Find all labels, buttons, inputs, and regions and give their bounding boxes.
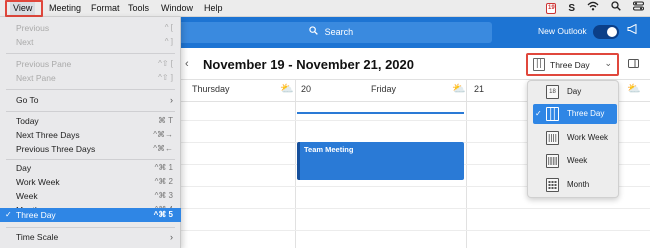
menu-item-week[interactable]: Week ^⌘ 3 xyxy=(0,189,181,203)
event-top-bar xyxy=(297,112,464,114)
view-option-week[interactable]: Week xyxy=(533,151,617,171)
menu-item-next-pane: Next Pane ^⇧ ] xyxy=(16,73,173,83)
day-view-icon: 18 xyxy=(546,85,559,99)
day-label-friday: Friday xyxy=(371,84,397,94)
panel-toggle-icon[interactable] xyxy=(628,59,639,70)
new-outlook-toggle[interactable] xyxy=(593,25,619,39)
menu-item-three-day[interactable]: ✓ Three Day ^⌘ 5 xyxy=(0,208,181,222)
event-title: Team Meeting xyxy=(304,145,354,154)
menu-item-today[interactable]: Today ⌘ T xyxy=(0,114,181,128)
week-view-icon xyxy=(546,154,559,168)
search-box[interactable]: Search xyxy=(170,22,492,43)
status-icons: 19 S xyxy=(546,0,644,17)
menu-tools[interactable]: Tools xyxy=(125,0,152,17)
view-option-day[interactable]: 18 Day xyxy=(533,82,617,102)
checkmark-icon: ✓ xyxy=(5,210,12,219)
menu-window[interactable]: Window xyxy=(158,0,196,17)
view-menu-highlight-box xyxy=(5,0,43,17)
month-view-icon xyxy=(546,178,559,192)
weather-partly-cloudy-icon: ⛅ xyxy=(280,83,294,95)
menu-separator xyxy=(6,159,175,160)
calendar-event[interactable]: Team Meeting xyxy=(297,142,464,180)
search-icon xyxy=(309,26,321,38)
menu-item-previous-three-days[interactable]: Previous Three Days ^⌘← xyxy=(0,142,181,156)
view-selector-button[interactable]: Three Day ⌄ xyxy=(526,53,619,76)
previous-arrow-icon[interactable]: ‹ xyxy=(185,58,189,70)
work-week-view-icon xyxy=(546,131,559,145)
menu-bar: View Meeting Format Tools Window Help 19… xyxy=(0,0,650,17)
menu-item-day[interactable]: Day ^⌘ 1 xyxy=(0,161,181,175)
menu-item-work-week[interactable]: Work Week ^⌘ 2 xyxy=(0,175,181,189)
chevron-down-icon: ⌄ xyxy=(604,58,612,68)
new-outlook-label: New Outlook xyxy=(538,26,587,36)
menu-item-time-scale[interactable]: Time Scale › xyxy=(0,230,181,244)
menu-separator xyxy=(6,89,175,90)
day-label-21: 21 xyxy=(474,84,485,94)
menu-item-previous-pane: Previous Pane ^⇧ [ xyxy=(16,59,173,69)
s-icon[interactable]: S xyxy=(568,0,575,17)
three-day-icon xyxy=(533,58,545,71)
view-option-month[interactable]: Month xyxy=(533,175,617,195)
view-menu-dropdown: Previous ^ [ Next ^ ] Previous Pane ^⇧ [ Ne… xyxy=(0,17,181,248)
date-range-title: November 19 - November 21, 2020 xyxy=(203,57,414,72)
wifi-icon[interactable] xyxy=(587,0,599,17)
weather-partly-cloudy-icon: ⛅ xyxy=(452,83,466,95)
view-selector-label: Three Day xyxy=(550,60,590,70)
menu-item-next: Next ^ ] xyxy=(16,37,173,47)
three-day-view-icon xyxy=(546,107,559,121)
control-center-icon[interactable] xyxy=(633,0,644,17)
hour-line xyxy=(180,230,650,231)
toggle-knob xyxy=(607,27,617,37)
chevron-right-icon: › xyxy=(170,232,173,242)
megaphone-icon[interactable] xyxy=(627,23,639,37)
day-label-thursday: Thursday xyxy=(192,84,230,94)
search-icon[interactable] xyxy=(611,0,621,17)
menu-separator xyxy=(6,227,175,228)
menu-item-previous: Previous ^ [ xyxy=(16,23,173,33)
checkmark-icon: ✓ xyxy=(535,109,542,118)
menu-item-next-three-days[interactable]: Next Three Days ^⌘→ xyxy=(0,128,181,142)
menu-separator xyxy=(6,53,175,54)
view-option-three-day[interactable]: ✓ Three Day xyxy=(533,104,617,124)
calendar-icon[interactable]: 19 xyxy=(546,3,557,14)
day-label-20: 20 xyxy=(301,84,312,94)
search-label: Search xyxy=(324,27,354,37)
hour-line xyxy=(180,208,650,209)
chevron-right-icon: › xyxy=(170,95,173,105)
menu-item-go-to[interactable]: Go To › xyxy=(0,93,181,107)
view-option-work-week[interactable]: Work Week xyxy=(533,128,617,148)
menu-meeting[interactable]: Meeting xyxy=(46,0,84,17)
weather-partly-cloudy-icon: ⛅ xyxy=(627,83,641,95)
menu-format[interactable]: Format xyxy=(88,0,123,17)
menu-help[interactable]: Help xyxy=(201,0,226,17)
menu-separator xyxy=(6,111,175,112)
